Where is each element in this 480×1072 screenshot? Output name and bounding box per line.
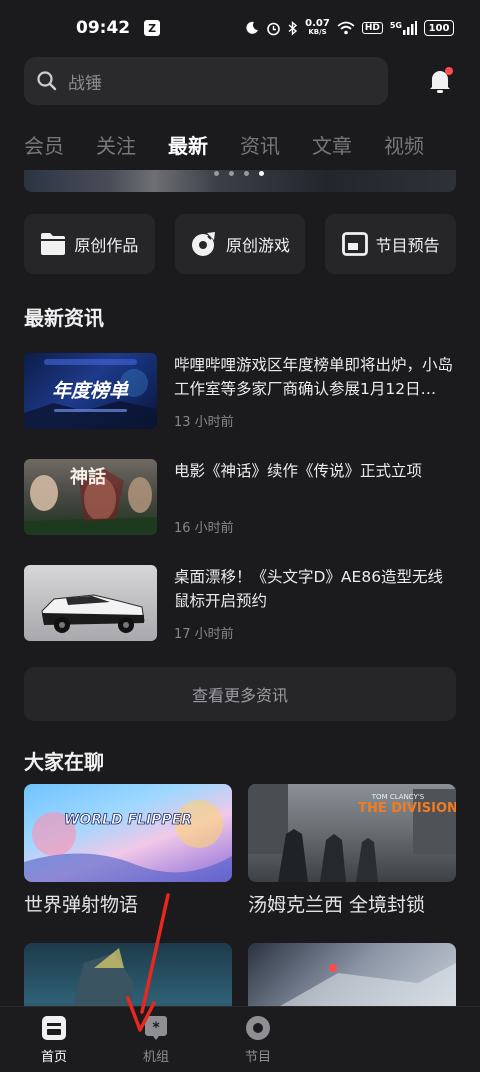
pagination-dot <box>229 171 234 176</box>
bottom-navigation: 首页 * 机组 节目 <box>0 1006 480 1072</box>
tab-latest[interactable]: 最新 <box>168 130 208 159</box>
status-time: 09:42 <box>76 18 131 38</box>
discussion-thumb-subtext: TOM CLANCY'S <box>371 793 425 801</box>
folder-icon <box>41 233 66 255</box>
news-thumb-art: 神話 <box>24 466 157 535</box>
news-item[interactable]: 桌面漂移！《头文字D》AE86造型无线鼠标开启预约 17 小时前 <box>24 565 456 671</box>
news-thumb-text: 神話 <box>70 466 106 488</box>
banner-pagination <box>214 171 264 176</box>
tab-following[interactable]: 关注 <box>96 130 136 159</box>
news-title: 电影《神话》续作《传说》正式立项 <box>174 462 423 480</box>
status-bar: 09:42 Z 0.07 KB/S HD 5G 100 <box>0 0 480 56</box>
nav-label: 机组 <box>142 1050 169 1065</box>
news-item[interactable]: 神話 电影《神话》续作《传说》正式立项 16 小时前 <box>24 459 456 565</box>
cell-signal: 5G <box>390 21 417 35</box>
discussion-thumbnail: TOM CLANCY'S THE DIVISION <box>248 784 456 882</box>
news-list: 年度榜单 哔哩哔哩游戏区年度榜单即将出炉，小岛工作室等多家厂商确认参展1月12日… <box>24 353 456 671</box>
notification-z-icon: Z <box>144 20 161 36</box>
net-speed-unit: KB/S <box>308 28 327 36</box>
search-input[interactable]: 战锤 <box>24 57 388 105</box>
news-title: 桌面漂移！《头文字D》AE86造型无线鼠标开启预约 <box>174 568 444 610</box>
preview-window-icon <box>341 232 368 256</box>
status-indicators: 0.07 KB/S HD 5G 100 <box>245 19 454 37</box>
news-thumb-text: 年度榜单 <box>52 380 129 402</box>
bluetooth-icon <box>288 20 298 36</box>
news-thumb-art: 年度榜单 <box>24 359 157 429</box>
shortcut-original-works[interactable]: 原创作品 <box>24 214 155 274</box>
discussion-name: 汤姆克兰西 全境封锁 <box>248 894 426 916</box>
news-title: 哔哩哔哩游戏区年度榜单即将出炉，小岛工作室等多家厂商确认参展1月12日… <box>174 356 454 398</box>
wifi-icon <box>337 21 355 35</box>
signal-type: 5G <box>389 21 402 30</box>
latest-news-title: 最新资讯 <box>24 306 104 330</box>
shortcut-label: 原创作品 <box>74 236 139 255</box>
net-speed: 0.07 KB/S <box>305 19 330 37</box>
shortcut-program-preview[interactable]: 节目预告 <box>325 214 457 274</box>
pagination-dot-active <box>259 171 264 176</box>
tab-news[interactable]: 资讯 <box>240 130 280 159</box>
discussion-name: 世界弹射物语 <box>24 894 139 916</box>
search-row: 战锤 <box>24 57 456 105</box>
nav-crew[interactable]: * 机组 <box>108 1007 204 1072</box>
nav-program[interactable]: 节目 <box>210 1007 306 1072</box>
tab-articles[interactable]: 文章 <box>312 130 352 159</box>
news-time: 17 小时前 <box>174 627 234 642</box>
more-news-button[interactable]: 查看更多资讯 <box>24 667 456 721</box>
pagination-dot <box>214 171 219 176</box>
discussion-thumb-art: WORLD FLIPPER <box>24 800 232 882</box>
signal-bars-icon <box>403 21 417 35</box>
news-thumb-art <box>41 594 145 633</box>
nav-label: 首页 <box>40 1050 67 1065</box>
news-thumbnail <box>24 565 157 641</box>
shortcut-row: 原创作品 原创游戏 节目预告 <box>24 214 457 274</box>
nav-home[interactable]: 首页 <box>6 1007 102 1072</box>
game-disc-icon <box>192 232 215 256</box>
search-placeholder: 战锤 <box>68 73 102 94</box>
tab-videos[interactable]: 视频 <box>384 130 424 159</box>
shortcut-original-games[interactable]: 原创游戏 <box>174 214 306 274</box>
nav-label: 节目 <box>244 1050 271 1065</box>
news-item[interactable]: 年度榜单 哔哩哔哩游戏区年度榜单即将出炉，小岛工作室等多家厂商确认参展1月12日… <box>24 353 456 459</box>
search-icon <box>37 71 57 91</box>
shortcut-label: 节目预告 <box>375 236 440 255</box>
notification-bell[interactable] <box>424 65 456 97</box>
battery-level: 100 <box>428 22 450 34</box>
notification-dot <box>445 67 453 75</box>
shortcut-label: 原创游戏 <box>226 236 291 255</box>
pagination-dot <box>244 171 249 176</box>
battery-indicator: 100 <box>424 20 454 36</box>
discussion-thumbnail: WORLD FLIPPER <box>24 784 232 882</box>
home-icon <box>42 1016 66 1040</box>
discussion-thumb-text: THE DIVISION <box>358 801 456 816</box>
hd-badge: HD <box>361 22 383 34</box>
news-thumbnail: 年度榜单 <box>24 353 157 429</box>
net-speed-value: 0.07 <box>305 18 330 29</box>
news-thumbnail: 神話 <box>24 459 157 535</box>
news-time: 13 小时前 <box>174 415 234 430</box>
news-time: 16 小时前 <box>174 521 234 536</box>
moon-icon <box>246 21 259 34</box>
discussions-title: 大家在聊 <box>24 750 104 774</box>
svg-text:*: * <box>152 1020 160 1036</box>
program-icon <box>246 1016 270 1040</box>
alarm-icon <box>267 22 280 35</box>
crew-icon: * <box>145 1016 167 1040</box>
bell-icon <box>430 67 453 93</box>
discussion-thumb-text: WORLD FLIPPER <box>64 812 192 828</box>
category-tabs: 会员 关注 最新 资讯 文章 视频 <box>0 126 480 162</box>
discussion-thumb-art: TOM CLANCY'S THE DIVISION <box>248 784 456 882</box>
discussion-card[interactable]: TOM CLANCY'S THE DIVISION 汤姆克兰西 全境封锁 <box>248 784 456 917</box>
tab-member[interactable]: 会员 <box>24 130 64 159</box>
discussion-card[interactable]: WORLD FLIPPER 世界弹射物语 <box>24 784 232 917</box>
